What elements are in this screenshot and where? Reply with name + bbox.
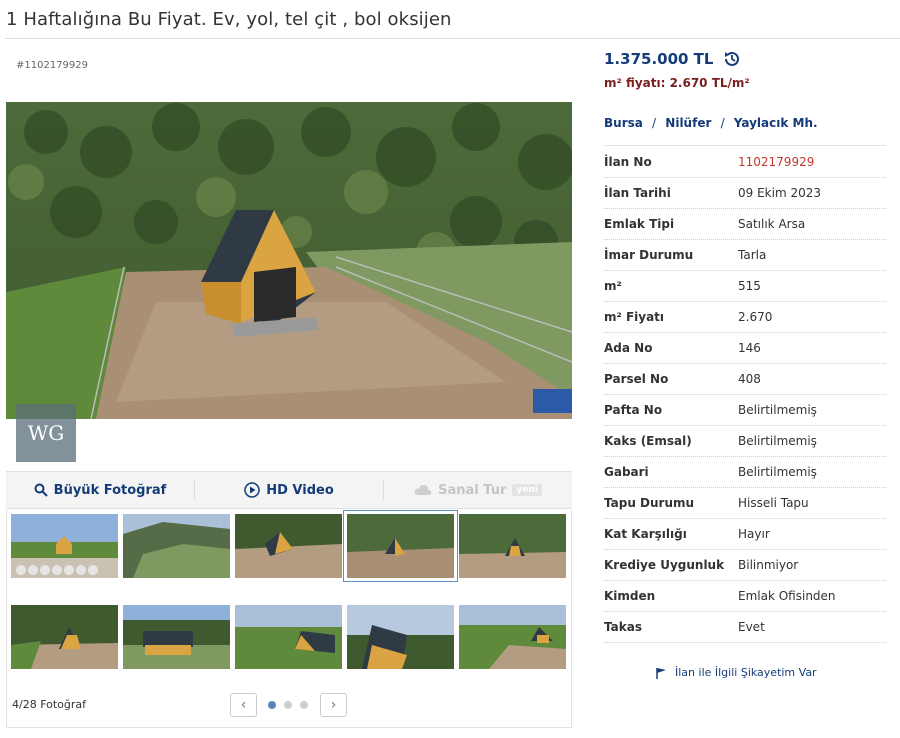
thumbnail[interactable] — [459, 605, 566, 669]
flag-icon — [656, 667, 666, 679]
detail-key: Tapu Durumu — [604, 496, 695, 510]
detail-value: Emlak Ofisinden — [738, 589, 836, 603]
detail-key: İlan No — [604, 155, 652, 169]
detail-value: Hisseli Tapu — [738, 496, 809, 510]
thumbnail[interactable] — [11, 514, 118, 578]
detail-row: Takas Evet — [604, 612, 886, 643]
hd-video-label: HD Video — [266, 482, 334, 498]
complaint-label: İlan ile İlgili Şikayetim Var — [675, 666, 817, 679]
detail-row: İlan No 1102179929 — [604, 147, 886, 178]
detail-key: Emlak Tipi — [604, 217, 675, 231]
detail-value: Tarla — [738, 248, 767, 262]
thumbnail[interactable] — [235, 514, 342, 578]
virtual-tour-label: Sanal Tur — [438, 482, 507, 498]
detail-key: Krediye Uygunluk — [604, 558, 725, 572]
m2-price: m² fiyatı: 2.670 TL/m² — [604, 76, 750, 90]
breadcrumb-separator: / — [720, 116, 725, 130]
detail-key: Takas — [604, 620, 642, 634]
cloud-icon — [414, 484, 432, 495]
price: 1.375.000 TL — [604, 50, 741, 68]
price-value: 1.375.000 TL — [604, 50, 714, 68]
search-icon — [34, 483, 48, 497]
detail-key: İlan Tarihi — [604, 186, 671, 200]
location-district[interactable]: Nilüfer — [665, 116, 711, 130]
detail-row: Emlak Tipi Satılık Arsa — [604, 209, 886, 240]
detail-key: Pafta No — [604, 403, 663, 417]
detail-key: Kat Karşılığı — [604, 527, 687, 541]
listing-title: 1 Haftalığına Bu Fiyat. Ev, yol, tel çit… — [6, 9, 452, 30]
detail-key: Ada No — [604, 341, 653, 355]
detail-row: Kaks (Emsal) Belirtilmemiş — [604, 426, 886, 457]
detail-key: m² — [604, 279, 622, 293]
detail-key: Gabari — [604, 465, 649, 479]
new-badge: yeni — [512, 484, 542, 496]
thumbnail[interactable] — [235, 605, 342, 669]
title-divider — [5, 38, 900, 39]
detail-row: İmar Durumu Tarla — [604, 240, 886, 271]
history-icon[interactable] — [723, 50, 741, 68]
watermark-logo: WG — [16, 404, 76, 462]
prev-photo-button[interactable]: ‹ — [230, 693, 257, 717]
detail-value: Belirtilmemiş — [738, 465, 817, 479]
virtual-tour-button[interactable]: Sanal Tur yeni — [384, 472, 572, 508]
details-table: İlan No 1102179929 İlan Tarihi 09 Ekim 202… — [604, 147, 886, 643]
breadcrumb: Bursa / Nilüfer / Yaylacık Mh. — [604, 116, 818, 130]
detail-value: 1102179929 — [738, 155, 815, 169]
play-icon — [244, 482, 260, 498]
thumbnail-active[interactable] — [343, 510, 458, 582]
detail-key: Kaks (Emsal) — [604, 434, 692, 448]
pager-dot[interactable] — [284, 701, 292, 709]
detail-row: Ada No 146 — [604, 333, 886, 364]
detail-key: m² Fiyatı — [604, 310, 665, 324]
detail-value: 515 — [738, 279, 761, 293]
detail-value: Bilinmiyor — [738, 558, 799, 572]
listing-id: #1102179929 — [16, 60, 89, 71]
detail-row: m² Fiyatı 2.670 — [604, 302, 886, 333]
detail-row: Krediye Uygunluk Bilinmiyor — [604, 550, 886, 581]
detail-row: m² 515 — [604, 271, 886, 302]
detail-key: İmar Durumu — [604, 248, 694, 262]
location-neighborhood[interactable]: Yaylacık Mh. — [734, 116, 818, 130]
location-city[interactable]: Bursa — [604, 116, 643, 130]
detail-row: Gabari Belirtilmemiş — [604, 457, 886, 488]
detail-value: 146 — [738, 341, 761, 355]
detail-value: Evet — [738, 620, 765, 634]
big-photo-button[interactable]: Büyük Fotoğraf — [6, 472, 194, 508]
detail-row: Parsel No 408 — [604, 364, 886, 395]
thumbnail-grid — [6, 510, 572, 728]
big-photo-label: Büyük Fotoğraf — [53, 482, 167, 498]
thumbnail[interactable] — [11, 605, 118, 669]
thumbnail[interactable] — [123, 514, 230, 578]
pager-dot-active[interactable] — [268, 701, 276, 709]
detail-row: Kat Karşılığı Hayır — [604, 519, 886, 550]
detail-row: Pafta No Belirtilmemiş — [604, 395, 886, 426]
detail-row: İlan Tarihi 09 Ekim 2023 — [604, 178, 886, 209]
thumbnail[interactable] — [459, 514, 566, 578]
detail-row: Tapu Durumu Hisseli Tapu — [604, 488, 886, 519]
pager-dot[interactable] — [300, 701, 308, 709]
breadcrumb-separator: / — [652, 116, 657, 130]
main-photo[interactable] — [6, 102, 572, 419]
thumbnail[interactable] — [123, 605, 230, 669]
detail-key: Parsel No — [604, 372, 669, 386]
detail-value: Satılık Arsa — [738, 217, 806, 231]
thumbnail[interactable] — [347, 605, 454, 669]
detail-value: 408 — [738, 372, 761, 386]
next-photo-button[interactable]: › — [320, 693, 347, 717]
media-toolbar: Büyük Fotoğraf HD Video Sanal Tur yeni — [6, 471, 572, 509]
detail-value: Belirtilmemiş — [738, 403, 817, 417]
hd-video-button[interactable]: HD Video — [195, 472, 383, 508]
detail-key: Kimden — [604, 589, 656, 603]
location-divider — [604, 145, 886, 146]
detail-row: Kimden Emlak Ofisinden — [604, 581, 886, 612]
detail-value: 09 Ekim 2023 — [738, 186, 821, 200]
detail-value: 2.670 — [738, 310, 773, 324]
complaint-link[interactable]: İlan ile İlgili Şikayetim Var — [655, 666, 817, 679]
photo-counter: 4/28 Fotoğraf — [12, 698, 87, 711]
detail-value: Belirtilmemiş — [738, 434, 817, 448]
detail-value: Hayır — [738, 527, 770, 541]
